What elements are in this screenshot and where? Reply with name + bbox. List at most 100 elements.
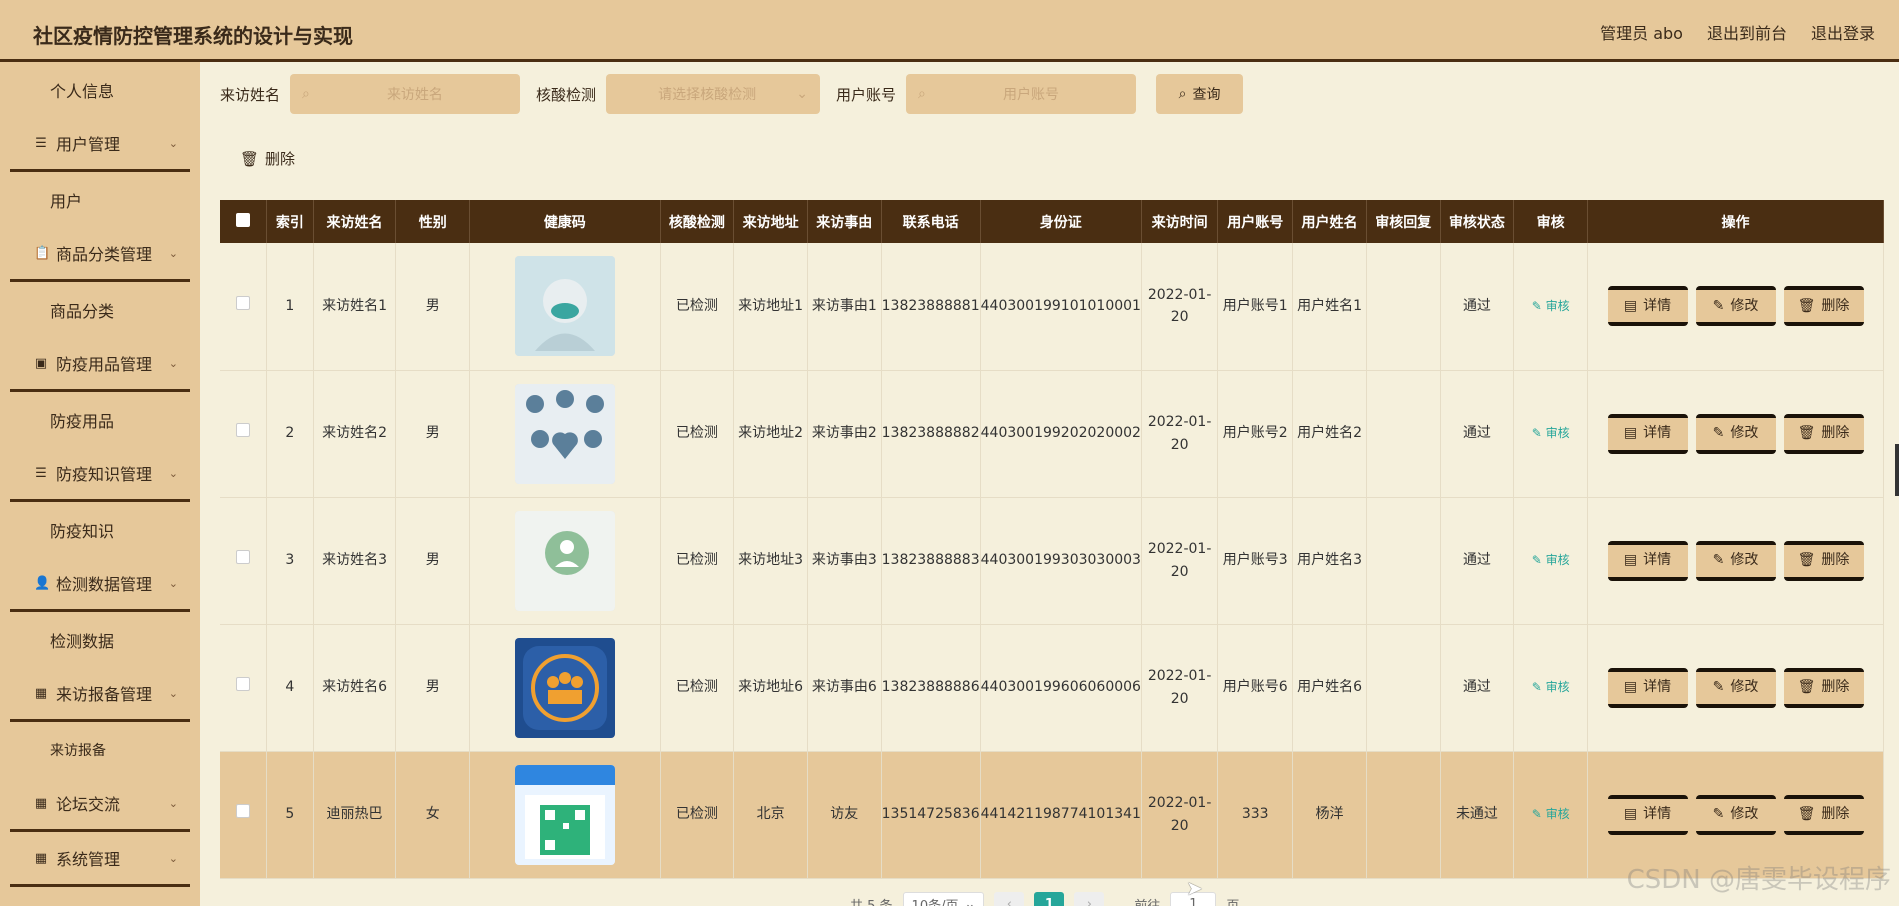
delete-label: 删除: [1821, 425, 1850, 442]
to-front-link[interactable]: 退出到前台: [1707, 20, 1787, 44]
sidebar-group[interactable]: ▦ 系统管理 ⌄: [10, 832, 190, 887]
page-size-value: 10条/页: [911, 898, 959, 906]
delete-button[interactable]: 🗑 删除: [1783, 540, 1864, 581]
sidebar-group[interactable]: ☰ 防疫知识管理 ⌄: [10, 447, 190, 502]
visitor-name-placeholder: 来访姓名: [386, 87, 443, 103]
page-size-select[interactable]: 10条/页 ⌄: [902, 892, 985, 906]
grid-icon: ▦: [34, 850, 48, 866]
select-all-checkbox[interactable]: [236, 212, 251, 227]
health-code-image[interactable]: [514, 637, 615, 738]
batch-delete-button[interactable]: 🗑 删除: [240, 148, 295, 169]
sidebar-group[interactable]: 📋 商品分类管理 ⌄: [10, 227, 190, 282]
detail-button[interactable]: ▤ 详情: [1607, 794, 1688, 835]
column-header: 操作: [1587, 200, 1884, 243]
detail-button[interactable]: ▤ 详情: [1607, 286, 1688, 327]
cell-status: 通过: [1440, 497, 1515, 625]
health-code-cell: [469, 370, 661, 498]
health-code-image[interactable]: [514, 256, 615, 357]
health-code-cell: [469, 751, 661, 879]
audit-link[interactable]: ✎ 审核: [1532, 553, 1570, 567]
row-checkbox[interactable]: [236, 677, 251, 692]
audit-link[interactable]: ✎ 审核: [1532, 299, 1570, 313]
audit-link[interactable]: ✎ 审核: [1532, 680, 1570, 694]
column-header: 来访姓名: [313, 200, 397, 243]
select-all-header[interactable]: [220, 200, 268, 243]
operations-cell: ▤ 详情 ✎ 修改 🗑 删除: [1587, 370, 1884, 498]
detail-button[interactable]: ▤ 详情: [1607, 413, 1688, 454]
detail-button[interactable]: ▤ 详情: [1607, 540, 1688, 581]
sidebar-item-label: 防疫知识: [50, 521, 115, 541]
cell-username: 用户姓名6: [1292, 624, 1367, 752]
sidebar-item[interactable]: 检测数据: [0, 612, 200, 667]
cell-username: 用户姓名2: [1292, 370, 1367, 498]
edit-button[interactable]: ✎ 修改: [1695, 667, 1776, 708]
delete-button[interactable]: 🗑 删除: [1783, 667, 1864, 708]
prev-page-button[interactable]: ‹: [994, 892, 1025, 906]
table-row[interactable]: 1 来访姓名1 男 已检测 来访地址1 来访事由1 13823888881 440300199…: [220, 243, 1884, 371]
table-row[interactable]: 3 来访姓名3 男 已检测 来访地址3 来访事由3 13823888883 440300199…: [220, 497, 1884, 625]
row-select-cell: [220, 497, 268, 625]
top-header: 社区疫情防控管理系统的设计与实现 管理员 abo 退出到前台 退出登录: [0, 0, 1899, 62]
edit-button[interactable]: ✎ 修改: [1695, 413, 1776, 454]
cell-name: 迪丽热巴: [313, 751, 397, 879]
health-code-image[interactable]: [514, 510, 615, 611]
health-code-image[interactable]: [514, 764, 615, 865]
next-page-button[interactable]: ›: [1074, 892, 1105, 906]
query-button[interactable]: ⌕ 查询: [1156, 74, 1244, 114]
admin-label[interactable]: 管理员 abo: [1600, 20, 1683, 44]
row-checkbox[interactable]: [236, 804, 251, 819]
cell-reply: [1366, 624, 1441, 752]
sidebar-item[interactable]: 商品分类: [0, 282, 200, 337]
row-checkbox[interactable]: [236, 296, 251, 311]
cell-date: 2022-01-20: [1141, 624, 1219, 752]
sidebar-group[interactable]: ▦ 论坛交流 ⌄: [10, 777, 190, 832]
sidebar-item[interactable]: 防疫用品: [0, 392, 200, 447]
table-row[interactable]: 4 来访姓名6 男 已检测 来访地址6 来访事由6 13823888886 440300199…: [220, 624, 1884, 752]
column-header: 联系电话: [881, 200, 981, 243]
sidebar-item-label: 来访报备管理: [56, 685, 153, 704]
sidebar-item-label: 用户: [50, 191, 83, 211]
nat-select[interactable]: 请选择核酸检测 ⌄: [606, 74, 821, 114]
audit-link[interactable]: ✎ 审核: [1532, 426, 1570, 440]
query-label: 查询: [1192, 87, 1221, 103]
delete-button[interactable]: 🗑 删除: [1783, 794, 1864, 835]
delete-button[interactable]: 🗑 删除: [1783, 286, 1864, 327]
row-checkbox[interactable]: [236, 550, 251, 565]
sidebar-item[interactable]: 防疫知识: [0, 502, 200, 557]
account-input[interactable]: ⌕ 用户账号: [906, 74, 1137, 114]
sidebar-group[interactable]: 👤 检测数据管理 ⌄: [10, 557, 190, 612]
sidebar-group[interactable]: ▦ 来访报备管理 ⌄: [10, 667, 190, 722]
page-number[interactable]: 1: [1034, 892, 1065, 906]
sidebar-item-label: 商品分类: [50, 301, 115, 321]
trash-icon: 🗑: [1797, 552, 1816, 569]
sidebar-group[interactable]: ▣ 防疫用品管理 ⌄: [10, 337, 190, 392]
logout-link[interactable]: 退出登录: [1811, 20, 1875, 44]
chevron-down-icon: ⌄: [168, 356, 178, 370]
table-body: 1 来访姓名1 男已检测 来访地址1 来访事由1 13823888881 440300199…: [220, 243, 1884, 879]
row-checkbox[interactable]: [236, 423, 251, 438]
edit-label: 修改: [1730, 298, 1759, 315]
edit-button[interactable]: ✎ 修改: [1695, 286, 1776, 327]
edit-button[interactable]: ✎ 修改: [1695, 794, 1776, 835]
sidebar-item-label: 来访报备: [50, 742, 106, 759]
column-header: 审核状态: [1440, 200, 1515, 243]
detail-label: 详情: [1643, 425, 1672, 442]
document-icon: ▤: [1623, 552, 1638, 569]
cell-phone: 13823888882: [881, 370, 981, 498]
edit-button[interactable]: ✎ 修改: [1695, 540, 1776, 581]
health-code-image[interactable]: [514, 383, 615, 484]
detail-label: 详情: [1643, 552, 1672, 569]
scrollbar[interactable]: [1895, 444, 1899, 496]
visitor-name-input[interactable]: ⌕ 来访姓名: [290, 74, 521, 114]
trash-icon: 🗑: [1797, 425, 1816, 442]
main-content: 来访姓名 ⌕ 来访姓名 核酸检测 请选择核酸检测 ⌄ 用户账号 ⌕ 用户账号 ⌕…: [200, 62, 1899, 906]
sidebar-item[interactable]: 来访报备: [0, 722, 200, 777]
sidebar-item[interactable]: 个人信息: [0, 62, 200, 117]
audit-link[interactable]: ✎ 审核: [1532, 807, 1570, 821]
sidebar-item[interactable]: 用户: [0, 172, 200, 227]
detail-button[interactable]: ▤ 详情: [1607, 667, 1688, 708]
delete-button[interactable]: 🗑 删除: [1783, 413, 1864, 454]
sidebar-group[interactable]: ☰ 用户管理 ⌄: [10, 117, 190, 172]
table-row[interactable]: 2 来访姓名2 男 已检测 来访地址2 来访事由2 13823888882 440300199…: [220, 370, 1884, 498]
edit-icon: ✎: [1531, 426, 1546, 441]
